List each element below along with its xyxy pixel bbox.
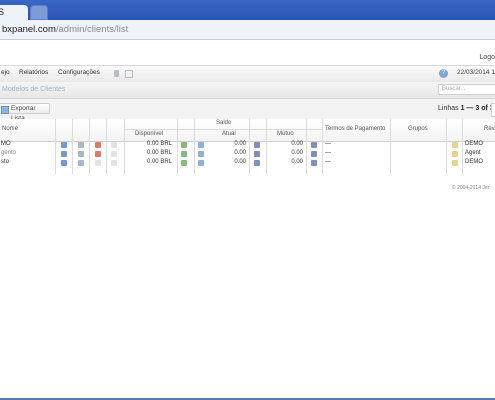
transfer-icon[interactable] xyxy=(254,151,260,157)
available-balance: 0.00 BRL xyxy=(146,141,172,147)
column-header-payment-terms[interactable]: Termos de Pagamento xyxy=(325,126,385,136)
report-icon[interactable] xyxy=(95,142,101,148)
current-balance: 0.00 xyxy=(234,150,246,156)
client-name[interactable]: gento xyxy=(1,150,16,156)
mutual-balance: 0.00 xyxy=(291,159,303,165)
reseller-icon xyxy=(452,151,458,157)
lines-indicator: Linhas 1 — 3 of 3 xyxy=(438,105,494,112)
main-menu: ejo Relatórios Configurações ? 22/03/201… xyxy=(0,65,495,83)
transfer-icon[interactable] xyxy=(311,142,317,148)
client-name[interactable]: MO xyxy=(1,141,11,147)
menu-item-reports[interactable]: Relatórios xyxy=(19,69,48,76)
payment-terms: — xyxy=(325,141,331,147)
payment-terms: — xyxy=(325,150,331,156)
reseller-name[interactable]: DEMO xyxy=(465,159,483,165)
page-title-bar: Modelos de Clientes Buscar... xyxy=(0,82,495,99)
transfer-icon[interactable] xyxy=(311,160,317,166)
menu-item-management[interactable]: ejo xyxy=(1,69,10,76)
reseller-name[interactable]: DEMO xyxy=(465,141,483,147)
reseller-name[interactable]: Agent xyxy=(465,150,481,156)
table-row[interactable]: gento 0.00 BRL 0.00 0.00 — Agent xyxy=(0,150,495,159)
transfer-icon[interactable] xyxy=(254,160,260,166)
tree-icon[interactable] xyxy=(78,142,84,148)
status-icon[interactable] xyxy=(111,142,117,148)
new-tab-button[interactable] xyxy=(30,5,48,20)
add-credit-icon[interactable] xyxy=(181,151,187,157)
available-balance: 0.00 BRL xyxy=(146,159,172,165)
help-icon[interactable]: ? xyxy=(439,69,448,78)
copyright-footer: © 2004-2014 Jer xyxy=(452,185,490,191)
export-icon xyxy=(1,106,9,114)
page-title: Modelos de Clientes xyxy=(2,86,66,93)
monitor-icon[interactable] xyxy=(125,70,133,78)
reseller-icon xyxy=(452,160,458,166)
status-icon[interactable] xyxy=(111,151,117,157)
status-icon[interactable] xyxy=(111,160,117,166)
history-icon[interactable] xyxy=(198,160,204,166)
report-icon[interactable] xyxy=(95,160,101,166)
history-icon[interactable] xyxy=(198,151,204,157)
column-header-groups[interactable]: Grupos xyxy=(408,126,428,136)
reseller-icon xyxy=(452,142,458,148)
user-icon[interactable] xyxy=(61,142,67,148)
address-bar[interactable]: bxpanel.com/admin/clients/list xyxy=(0,20,495,40)
history-icon[interactable] xyxy=(198,142,204,148)
url-text[interactable]: bxpanel.com/admin/clients/list xyxy=(2,24,128,35)
user-icon[interactable] xyxy=(61,160,67,166)
report-icon[interactable] xyxy=(95,151,101,157)
list-toolbar: Exportar Lista Linhas 1 — 3 of 3 xyxy=(0,99,495,122)
column-group-saldo: Saldo xyxy=(216,120,232,126)
mobile-icon[interactable] xyxy=(114,70,119,77)
client-name[interactable]: sto xyxy=(1,159,9,165)
payment-terms: — xyxy=(325,159,331,165)
column-header-reseller[interactable]: Rev xyxy=(484,126,495,136)
mutual-balance: 0.00 xyxy=(291,150,303,156)
column-header-current[interactable]: Atual xyxy=(222,131,236,141)
search-input[interactable]: Buscar... xyxy=(438,84,495,95)
add-credit-icon[interactable] xyxy=(181,160,187,166)
add-credit-icon[interactable] xyxy=(181,142,187,148)
current-balance: 0.00 xyxy=(234,159,246,165)
available-balance: 0.00 BRL xyxy=(146,150,172,156)
table-row[interactable]: MO 0.00 BRL 0.00 0.00 — DEMO xyxy=(0,141,495,150)
browser-tab-active[interactable]: S xyxy=(0,5,28,20)
table-row[interactable]: sto 0.00 BRL 0.00 0.00 — DEMO xyxy=(0,159,495,168)
tree-icon[interactable] xyxy=(78,151,84,157)
user-icon[interactable] xyxy=(61,151,67,157)
lines-per-page-select[interactable] xyxy=(491,103,495,117)
column-header-available[interactable]: Disponível xyxy=(135,131,163,141)
current-balance: 0.00 xyxy=(234,141,246,147)
column-header-mutual[interactable]: Mútuo xyxy=(277,131,294,141)
tree-icon[interactable] xyxy=(78,160,84,166)
mutual-balance: 0.00 xyxy=(291,141,303,147)
column-header-name[interactable]: Nome xyxy=(2,126,18,136)
current-datetime: 22/03/2014 1 xyxy=(457,69,495,76)
transfer-icon[interactable] xyxy=(311,151,317,157)
menu-item-settings[interactable]: Configurações xyxy=(58,69,100,76)
app-header: Logo xyxy=(0,40,495,66)
export-list-button[interactable]: Exportar Lista xyxy=(0,103,50,122)
transfer-icon[interactable] xyxy=(254,142,260,148)
logout-link[interactable]: Logo xyxy=(479,54,495,61)
browser-tab-strip: S xyxy=(0,0,495,20)
